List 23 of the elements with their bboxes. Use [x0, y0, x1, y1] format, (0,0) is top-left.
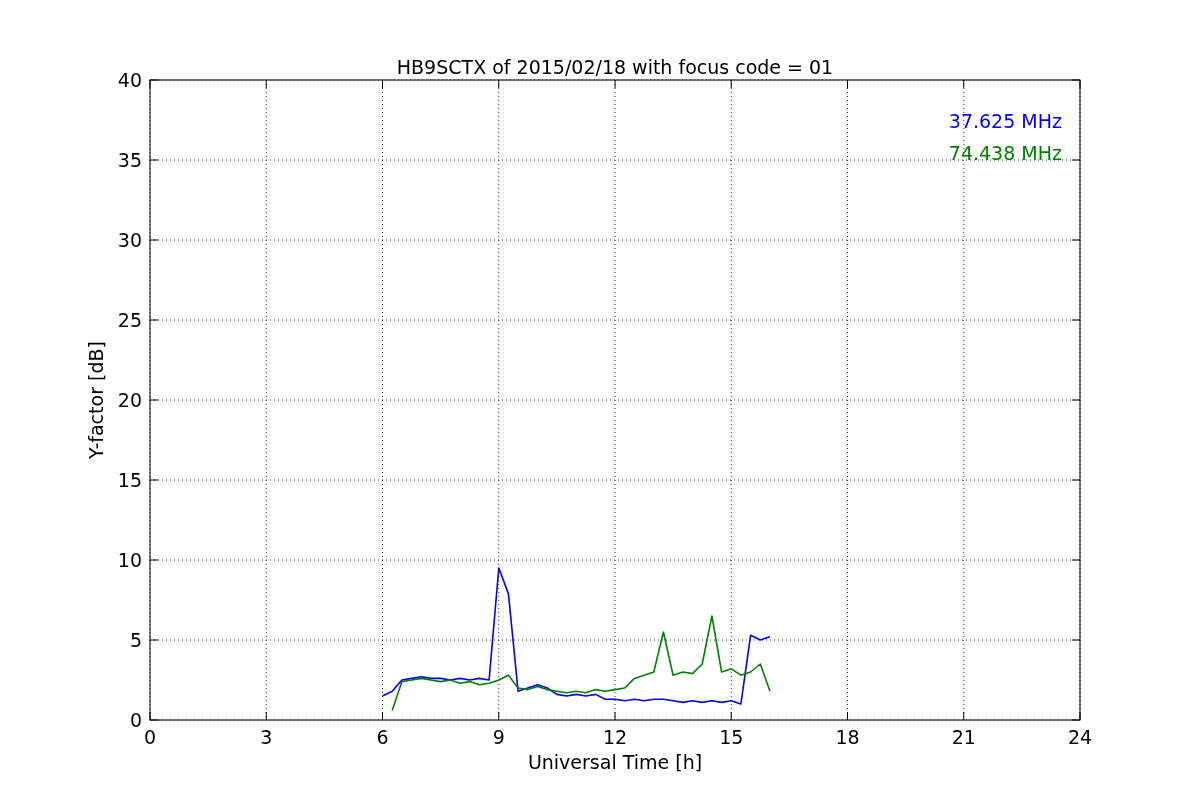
x-tick-label: 18 — [835, 726, 860, 748]
x-tick-label: 24 — [1067, 726, 1093, 748]
x-tick-label: 9 — [492, 726, 505, 748]
legend-label: 74.438 MHz — [948, 142, 1062, 164]
y-tick-label: 40 — [117, 69, 142, 91]
x-tick-label: 0 — [143, 726, 157, 748]
y-tick-label: 30 — [117, 229, 142, 251]
x-tick-label: 12 — [602, 726, 628, 748]
chart-title: HB9SCTX of 2015/02/18 with focus code = 01 — [396, 56, 834, 78]
y-tick-label: 20 — [117, 389, 142, 411]
x-tick-label: 21 — [951, 726, 976, 748]
x-tick-label: 6 — [376, 726, 389, 748]
x-tick-label: 3 — [260, 726, 273, 748]
y-tick-label: 10 — [117, 549, 142, 571]
y-tick-label: 0 — [129, 709, 142, 731]
y-tick-label: 5 — [129, 629, 142, 651]
y-tick-label: 25 — [117, 309, 142, 331]
y-tick-label: 35 — [117, 149, 142, 171]
legend-label: 37.625 MHz — [948, 110, 1062, 132]
x-axis-label: Universal Time [h] — [527, 751, 703, 773]
y-tick-label: 15 — [117, 469, 142, 491]
x-tick-label: 15 — [719, 726, 744, 748]
y-axis-label: Y-factor [dB] — [85, 341, 107, 459]
